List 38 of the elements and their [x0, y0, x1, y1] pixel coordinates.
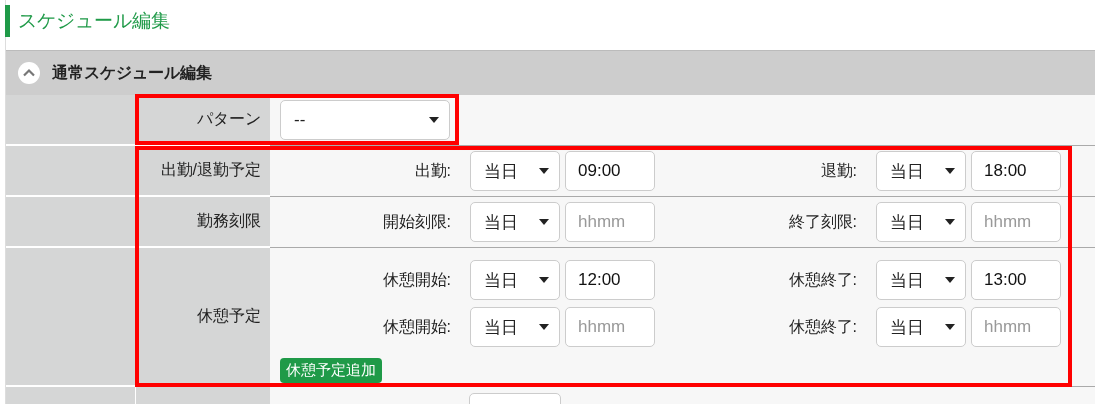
field-label: 終了刻限: [787, 211, 858, 232]
field-label: 退勤: [819, 160, 858, 181]
field-label: 出勤: [413, 160, 452, 181]
dropdown[interactable]: 当日 [876, 260, 966, 300]
field-label: 休憩終了: [787, 316, 858, 337]
dropdown[interactable]: 当日 [470, 151, 560, 191]
caret-icon [945, 277, 955, 283]
section-header[interactable]: 通常スケジュール編集 [6, 50, 1095, 95]
caret-icon [945, 219, 955, 225]
page-title: スケジュール編集 [5, 5, 170, 37]
dropdown[interactable]: 当日 [876, 151, 966, 191]
dropdown[interactable]: 当日 [470, 202, 560, 242]
caret-icon [429, 117, 439, 123]
dropdown[interactable]: 当日 [876, 202, 966, 242]
field-label: 休憩開始: [381, 316, 452, 337]
caret-icon [539, 324, 549, 330]
add-break-button[interactable]: 休憩予定追加 [280, 358, 382, 383]
dropdown[interactable]: 当日 [470, 307, 560, 347]
time-field[interactable]: 12:00 [565, 260, 655, 300]
time-field[interactable]: 18:00 [971, 151, 1061, 191]
time-field[interactable]: 13:00 [971, 260, 1061, 300]
caret-icon [539, 277, 549, 283]
time-field[interactable]: hhmm [971, 307, 1061, 347]
caret-icon [945, 168, 955, 174]
chevron-icon[interactable] [18, 62, 40, 84]
time-field[interactable]: hhmm [565, 307, 655, 347]
dropdown[interactable]: 当日 [470, 260, 560, 300]
field-label: 開始刻限: [381, 211, 452, 232]
caret-icon [945, 324, 955, 330]
dropdown[interactable]: -- [280, 100, 450, 140]
field-label: 休憩終了: [787, 269, 858, 290]
time-field[interactable]: 09:00 [565, 151, 655, 191]
dropdown[interactable]: 当日 [876, 307, 966, 347]
time-field[interactable]: hhmm [971, 202, 1061, 242]
caret-icon [539, 168, 549, 174]
time-field[interactable]: hhmm [565, 202, 655, 242]
caret-icon [539, 219, 549, 225]
field-label: 休憩開始: [381, 269, 452, 290]
